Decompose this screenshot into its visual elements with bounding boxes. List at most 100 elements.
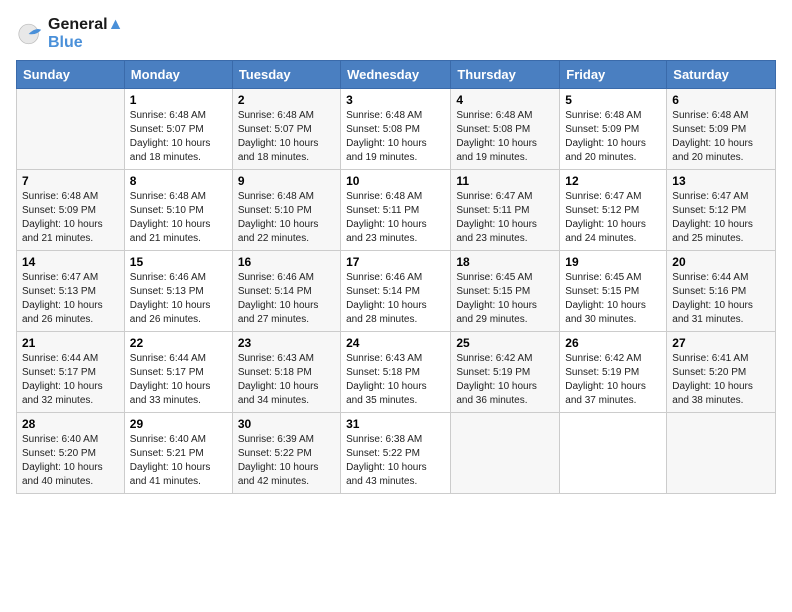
day-number: 27 <box>672 336 770 350</box>
day-number: 1 <box>130 93 227 107</box>
day-info: Sunrise: 6:39 AMSunset: 5:22 PMDaylight:… <box>238 433 335 489</box>
day-cell: 4 Sunrise: 6:48 AMSunset: 5:08 PMDaylight… <box>451 89 560 170</box>
page-header: General▲ Blue <box>16 16 776 52</box>
day-info: Sunrise: 6:45 AMSunset: 5:15 PMDaylight:… <box>565 271 661 327</box>
calendar-table: SundayMondayTuesdayWednesdayThursdayFrid… <box>16 60 776 494</box>
day-cell: 12 Sunrise: 6:47 AMSunset: 5:12 PMDayligh… <box>560 170 667 251</box>
day-cell: 18 Sunrise: 6:45 AMSunset: 5:15 PMDayligh… <box>451 251 560 332</box>
header-row: SundayMondayTuesdayWednesdayThursdayFrid… <box>17 61 776 89</box>
logo: General▲ Blue <box>16 16 123 52</box>
day-info: Sunrise: 6:47 AMSunset: 5:11 PMDaylight:… <box>456 190 554 246</box>
day-cell: 11 Sunrise: 6:47 AMSunset: 5:11 PMDayligh… <box>451 170 560 251</box>
logo-icon <box>16 20 44 48</box>
day-info: Sunrise: 6:46 AMSunset: 5:13 PMDaylight:… <box>130 271 227 327</box>
day-info: Sunrise: 6:40 AMSunset: 5:20 PMDaylight:… <box>22 433 119 489</box>
day-cell: 31Sunrise: 6:38 AMSunset: 5:22 PMDayligh… <box>341 413 451 494</box>
day-cell <box>560 413 667 494</box>
day-info: Sunrise: 6:48 AMSunset: 5:10 PMDaylight:… <box>238 190 335 246</box>
day-number: 16 <box>238 255 335 269</box>
col-header-wednesday: Wednesday <box>341 61 451 89</box>
day-info: Sunrise: 6:48 AMSunset: 5:09 PMDaylight:… <box>22 190 119 246</box>
day-number: 17 <box>346 255 445 269</box>
day-cell: 15Sunrise: 6:46 AMSunset: 5:13 PMDayligh… <box>124 251 232 332</box>
day-number: 10 <box>346 174 445 188</box>
day-cell: 30 Sunrise: 6:39 AMSunset: 5:22 PMDayligh… <box>232 413 340 494</box>
day-cell <box>667 413 776 494</box>
day-info: Sunrise: 6:45 AMSunset: 5:15 PMDaylight:… <box>456 271 554 327</box>
day-info: Sunrise: 6:48 AMSunset: 5:07 PMDaylight:… <box>238 109 335 165</box>
day-cell: 6Sunrise: 6:48 AMSunset: 5:09 PMDaylight… <box>667 89 776 170</box>
day-cell: 2 Sunrise: 6:48 AMSunset: 5:07 PMDaylight… <box>232 89 340 170</box>
day-number: 28 <box>22 417 119 431</box>
day-number: 18 <box>456 255 554 269</box>
day-info: Sunrise: 6:43 AMSunset: 5:18 PMDaylight:… <box>346 352 445 408</box>
week-row-1: 1 Sunrise: 6:48 AMSunset: 5:07 PMDaylight… <box>17 89 776 170</box>
col-header-sunday: Sunday <box>17 61 125 89</box>
day-info: Sunrise: 6:40 AMSunset: 5:21 PMDaylight:… <box>130 433 227 489</box>
day-number: 21 <box>22 336 119 350</box>
col-header-saturday: Saturday <box>667 61 776 89</box>
day-number: 30 <box>238 417 335 431</box>
day-number: 31 <box>346 417 445 431</box>
day-cell: 28 Sunrise: 6:40 AMSunset: 5:20 PMDayligh… <box>17 413 125 494</box>
col-header-monday: Monday <box>124 61 232 89</box>
day-number: 2 <box>238 93 335 107</box>
day-number: 29 <box>130 417 227 431</box>
day-cell <box>451 413 560 494</box>
day-number: 9 <box>238 174 335 188</box>
col-header-tuesday: Tuesday <box>232 61 340 89</box>
day-cell: 21 Sunrise: 6:44 AMSunset: 5:17 PMDayligh… <box>17 332 125 413</box>
col-header-friday: Friday <box>560 61 667 89</box>
day-number: 5 <box>565 93 661 107</box>
day-number: 4 <box>456 93 554 107</box>
day-number: 22 <box>130 336 227 350</box>
day-info: Sunrise: 6:48 AMSunset: 5:09 PMDaylight:… <box>565 109 661 165</box>
day-info: Sunrise: 6:42 AMSunset: 5:19 PMDaylight:… <box>565 352 661 408</box>
logo-text: General▲ Blue <box>48 16 123 52</box>
day-cell: 9 Sunrise: 6:48 AMSunset: 5:10 PMDaylight… <box>232 170 340 251</box>
day-info: Sunrise: 6:44 AMSunset: 5:17 PMDaylight:… <box>22 352 119 408</box>
day-number: 7 <box>22 174 119 188</box>
week-row-5: 28 Sunrise: 6:40 AMSunset: 5:20 PMDayligh… <box>17 413 776 494</box>
day-info: Sunrise: 6:47 AMSunset: 5:12 PMDaylight:… <box>565 190 661 246</box>
day-cell: 27 Sunrise: 6:41 AMSunset: 5:20 PMDayligh… <box>667 332 776 413</box>
week-row-3: 14Sunrise: 6:47 AMSunset: 5:13 PMDayligh… <box>17 251 776 332</box>
day-cell: 1Sunrise: 6:48 AMSunset: 5:07 PMDaylight… <box>124 89 232 170</box>
day-number: 25 <box>456 336 554 350</box>
day-info: Sunrise: 6:42 AMSunset: 5:19 PMDaylight:… <box>456 352 554 408</box>
day-cell: 25 Sunrise: 6:42 AMSunset: 5:19 PMDayligh… <box>451 332 560 413</box>
day-info: Sunrise: 6:44 AMSunset: 5:17 PMDaylight:… <box>130 352 227 408</box>
day-cell: 17Sunrise: 6:46 AMSunset: 5:14 PMDayligh… <box>341 251 451 332</box>
day-cell: 5 Sunrise: 6:48 AMSunset: 5:09 PMDaylight… <box>560 89 667 170</box>
day-cell: 29 Sunrise: 6:40 AMSunset: 5:21 PMDayligh… <box>124 413 232 494</box>
day-number: 12 <box>565 174 661 188</box>
day-number: 19 <box>565 255 661 269</box>
day-cell: 3 Sunrise: 6:48 AMSunset: 5:08 PMDaylight… <box>341 89 451 170</box>
day-number: 11 <box>456 174 554 188</box>
day-cell: 20Sunrise: 6:44 AMSunset: 5:16 PMDayligh… <box>667 251 776 332</box>
day-info: Sunrise: 6:43 AMSunset: 5:18 PMDaylight:… <box>238 352 335 408</box>
day-cell: 22 Sunrise: 6:44 AMSunset: 5:17 PMDayligh… <box>124 332 232 413</box>
day-info: Sunrise: 6:46 AMSunset: 5:14 PMDaylight:… <box>238 271 335 327</box>
day-info: Sunrise: 6:41 AMSunset: 5:20 PMDaylight:… <box>672 352 770 408</box>
day-info: Sunrise: 6:48 AMSunset: 5:11 PMDaylight:… <box>346 190 445 246</box>
day-number: 24 <box>346 336 445 350</box>
week-row-4: 21 Sunrise: 6:44 AMSunset: 5:17 PMDayligh… <box>17 332 776 413</box>
day-number: 26 <box>565 336 661 350</box>
day-info: Sunrise: 6:48 AMSunset: 5:09 PMDaylight:… <box>672 109 770 165</box>
day-cell: 13Sunrise: 6:47 AMSunset: 5:12 PMDayligh… <box>667 170 776 251</box>
day-info: Sunrise: 6:48 AMSunset: 5:08 PMDaylight:… <box>456 109 554 165</box>
day-cell: 26 Sunrise: 6:42 AMSunset: 5:19 PMDayligh… <box>560 332 667 413</box>
col-header-thursday: Thursday <box>451 61 560 89</box>
day-cell: 23 Sunrise: 6:43 AMSunset: 5:18 PMDayligh… <box>232 332 340 413</box>
day-number: 8 <box>130 174 227 188</box>
day-cell: 7 Sunrise: 6:48 AMSunset: 5:09 PMDaylight… <box>17 170 125 251</box>
day-number: 23 <box>238 336 335 350</box>
day-info: Sunrise: 6:47 AMSunset: 5:13 PMDaylight:… <box>22 271 119 327</box>
day-cell: 16 Sunrise: 6:46 AMSunset: 5:14 PMDayligh… <box>232 251 340 332</box>
day-cell <box>17 89 125 170</box>
day-number: 3 <box>346 93 445 107</box>
day-info: Sunrise: 6:48 AMSunset: 5:08 PMDaylight:… <box>346 109 445 165</box>
day-info: Sunrise: 6:44 AMSunset: 5:16 PMDaylight:… <box>672 271 770 327</box>
day-cell: 19 Sunrise: 6:45 AMSunset: 5:15 PMDayligh… <box>560 251 667 332</box>
